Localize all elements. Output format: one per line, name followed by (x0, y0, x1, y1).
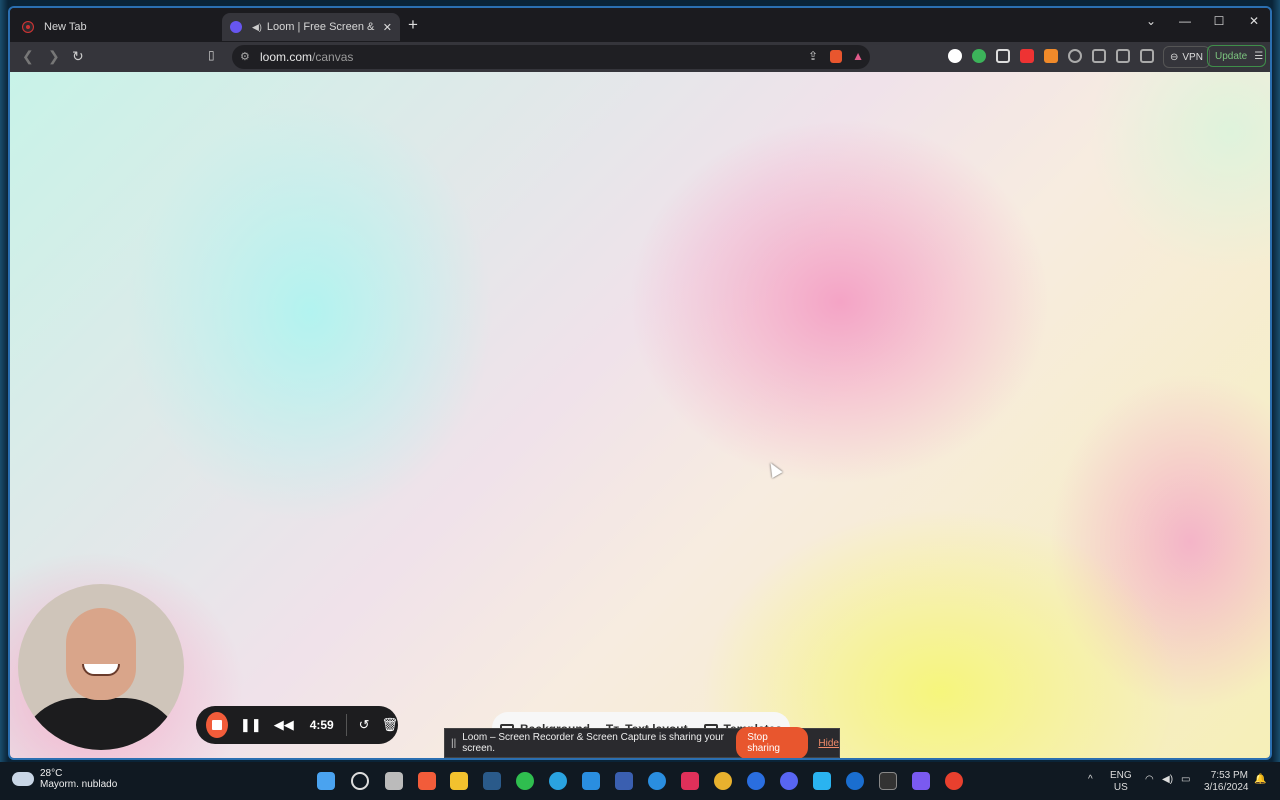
language-indicator[interactable]: ENG US (1110, 770, 1132, 794)
tab-loom[interactable]: ◀) Loom | Free Screen & Video Recording … (222, 13, 400, 41)
date-label: 3/16/2024 (1204, 782, 1249, 793)
camera-person-shirt (18, 698, 184, 750)
wallet-icon[interactable] (1140, 49, 1154, 63)
cloud-icon (12, 772, 34, 786)
tab-label: Loom | Free Screen & Video Recording (266, 21, 377, 33)
chevron-up-icon[interactable]: ^ (1088, 774, 1093, 786)
whatsapp-icon[interactable] (516, 772, 534, 790)
rewards-icon[interactable]: ▲ (852, 49, 864, 63)
camera-person-smile (82, 664, 120, 676)
speaker-icon[interactable]: ◀) (252, 22, 262, 33)
terminal-icon[interactable] (879, 772, 897, 790)
restart-icon[interactable]: ↺ (359, 717, 370, 733)
stop-sharing-button[interactable]: Stop sharing (736, 727, 809, 758)
grammar-extension-icon[interactable] (972, 49, 986, 63)
brave-shields-icon[interactable] (830, 50, 842, 63)
pause-icon[interactable]: ❚❚ (240, 717, 262, 733)
forward-icon[interactable]: ❯ (48, 48, 60, 65)
close-tab-icon[interactable]: ✕ (383, 21, 392, 34)
warning-extension-icon[interactable] (1020, 49, 1034, 63)
weather-desc: Mayorm. nublado (40, 779, 118, 790)
rewind-icon[interactable]: ◀◀ (274, 717, 294, 733)
hide-link[interactable]: Hide (818, 738, 839, 749)
edge-icon[interactable] (846, 772, 864, 790)
extension-icon[interactable] (1044, 49, 1058, 63)
update-label: Update (1215, 50, 1248, 62)
drag-handle-icon[interactable]: || (451, 738, 456, 749)
docker-icon[interactable] (648, 772, 666, 790)
powershell-icon[interactable] (615, 772, 633, 790)
camera-person-head (66, 608, 136, 700)
language-label: ENG (1110, 770, 1132, 781)
close-window-button[interactable]: ✕ (1239, 14, 1269, 28)
notepad-icon[interactable] (813, 772, 831, 790)
camera-bubble[interactable] (18, 584, 184, 750)
app-icon[interactable] (681, 772, 699, 790)
vscode-icon[interactable] (582, 772, 600, 790)
vpn-label: VPN (1182, 51, 1203, 63)
recording-controls: ❚❚ ◀◀ 4:59 ↺ 🗑 (196, 706, 398, 744)
discord-icon[interactable] (780, 772, 798, 790)
wifi-icon[interactable]: ◠ (1145, 774, 1154, 786)
leo-icon[interactable] (1092, 49, 1106, 63)
tab-extension-icon[interactable] (996, 49, 1010, 63)
weather-widget[interactable]: 28°C Mayorm. nublado (12, 768, 117, 790)
update-button[interactable]: Update ☰ (1207, 45, 1266, 67)
telegram-icon[interactable] (549, 772, 567, 790)
maximize-button[interactable]: ☐ (1204, 14, 1234, 28)
file-explorer-icon[interactable] (450, 772, 468, 790)
slack-icon[interactable] (714, 772, 732, 790)
password-manager-icon[interactable] (948, 49, 962, 63)
taskbar: 28°C Mayorm. nublado ^ ENG US ◠ ◀) ▭ 7:5… (0, 762, 1280, 800)
battery-icon[interactable]: ▭ (1181, 774, 1190, 786)
vpn-button[interactable]: ⊖ VPN (1163, 46, 1210, 68)
trash-icon[interactable]: 🗑 (381, 717, 398, 733)
zoom-icon[interactable] (747, 772, 765, 790)
sharing-message: Loom – Screen Recorder & Screen Capture … (462, 732, 724, 754)
brave-icon (22, 21, 34, 33)
brave-browser-icon[interactable] (418, 772, 436, 790)
tab-label: New Tab (44, 21, 87, 33)
tab-list-icon[interactable]: ⌄ (1136, 14, 1166, 28)
vpn-icon: ⊖ (1170, 51, 1179, 63)
loom-icon (230, 21, 242, 33)
back-icon[interactable]: ❮ (22, 48, 34, 65)
menu-icon: ☰ (1254, 50, 1264, 62)
task-view-icon[interactable] (385, 772, 403, 790)
clock[interactable]: 7:53 PM 3/16/2024 (1204, 770, 1249, 794)
divider (345, 714, 347, 736)
vpn-app-icon[interactable] (912, 772, 930, 790)
puzzle-icon[interactable] (1068, 49, 1082, 63)
new-tab-button[interactable]: + (408, 16, 418, 34)
site-info-icon[interactable]: ⚙ (240, 50, 250, 63)
weather-temp: 28°C (40, 768, 63, 779)
minimize-button[interactable]: — (1170, 14, 1200, 28)
navigation-toolbar: ❮ ❯ ↻ ▯ ⚙ loom.com/canvas ⇪ ▲ ⊖ VPN Upda… (10, 42, 1270, 72)
volume-icon[interactable]: ◀) (1162, 774, 1173, 786)
tab-new-tab[interactable]: New Tab (14, 13, 220, 41)
search-icon[interactable] (351, 772, 369, 790)
stop-recording-button[interactable] (206, 712, 228, 738)
bookmark-icon[interactable]: ▯ (208, 48, 215, 62)
loom-canvas[interactable]: Background TтText layout Templates ❚❚ ◀◀… (10, 72, 1270, 758)
windows-start-icon[interactable] (317, 772, 335, 790)
sidebar-icon[interactable] (1116, 49, 1130, 63)
region-label: US (1113, 782, 1128, 793)
share-icon[interactable]: ⇪ (808, 49, 818, 63)
recording-timer: 4:59 (309, 718, 334, 732)
chrome-icon[interactable] (945, 772, 963, 790)
reload-icon[interactable]: ↻ (72, 48, 84, 65)
mouse-cursor-icon (765, 459, 783, 479)
url-host: loom.com (260, 50, 313, 64)
url-path: /canvas (312, 50, 354, 64)
time-label: 7:53 PM (1210, 770, 1248, 781)
notification-icon[interactable]: 🔔 (1254, 774, 1266, 786)
address-bar[interactable]: ⚙ loom.com/canvas ⇪ ▲ (232, 45, 870, 69)
screen-sharing-notice: || Loom – Screen Recorder & Screen Captu… (444, 727, 840, 758)
tab-bar: New Tab ◀) Loom | Free Screen & Video Re… (10, 8, 1270, 42)
browser-window: New Tab ◀) Loom | Free Screen & Video Re… (8, 6, 1272, 760)
steam-icon[interactable] (483, 772, 501, 790)
